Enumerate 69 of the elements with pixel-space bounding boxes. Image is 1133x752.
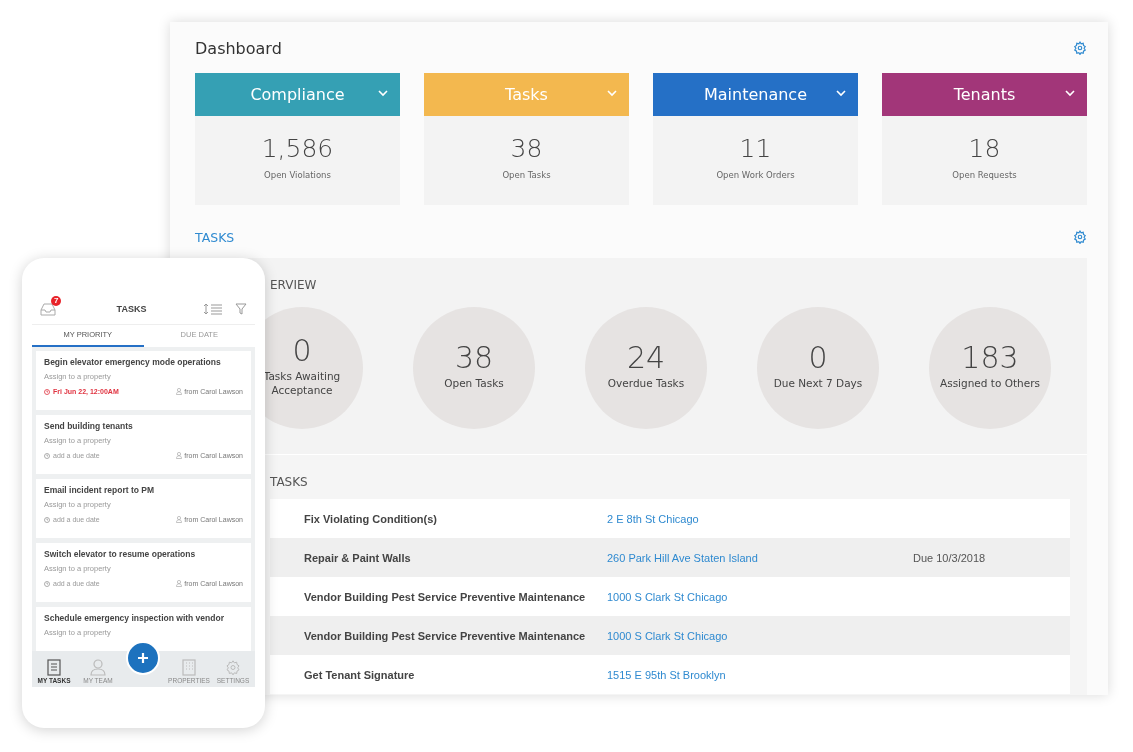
stat-label: Tasks Awaiting Acceptance — [262, 369, 342, 397]
task-name: Fix Violating Condition(s) — [304, 512, 437, 525]
person-icon — [90, 659, 106, 676]
address-link[interactable]: 1515 E 95th St Brooklyn — [607, 668, 726, 681]
task-title: Switch elevator to resume operations — [44, 549, 197, 560]
task-name: Get Tenant Signature — [304, 668, 415, 681]
stat-value: 18 — [968, 134, 1001, 164]
chevron-icon — [836, 90, 846, 97]
settings-icon[interactable] — [1073, 230, 1087, 244]
task-row[interactable]: Vendor Building Pest Service Preventive Maintenance 1000 S Clark St Chicago — [270, 577, 1070, 616]
stat-value: 0 — [808, 340, 828, 376]
due-date: Due 10/3/2018 — [913, 551, 986, 564]
card-header[interactable]: Maintenance — [653, 73, 858, 116]
document-icon — [46, 659, 62, 676]
person-icon — [176, 580, 183, 587]
chevron-icon — [378, 90, 388, 97]
card-header[interactable]: Compliance — [195, 73, 400, 116]
building-icon — [181, 659, 197, 676]
task-title: Schedule emergency inspection with vendor — [44, 613, 225, 624]
notification-badge: 7 — [51, 296, 62, 306]
stat-label: Assigned to Others — [939, 376, 1041, 390]
clock-icon — [44, 388, 50, 395]
inbox-icon[interactable] — [40, 303, 56, 316]
panel-heading: ERVIEW — [270, 278, 317, 292]
clock-icon — [44, 580, 50, 587]
stat-value: 183 — [961, 340, 1019, 376]
stat-value: 1,586 — [261, 134, 334, 164]
plus-icon — [137, 652, 149, 664]
stat-label: Open Violations — [264, 170, 331, 180]
address-link[interactable]: 1000 S Clark St Chicago — [607, 629, 728, 642]
address-link[interactable]: 260 Park Hill Ave Staten Island — [607, 551, 758, 564]
task-name: Vendor Building Pest Service Preventive Maintenance — [304, 590, 586, 603]
person-icon — [176, 388, 183, 395]
stat-label: Open Tasks — [443, 376, 505, 390]
address-link[interactable]: 1000 S Clark St Chicago — [607, 590, 728, 603]
stat-value: 38 — [454, 340, 494, 376]
stat-value: 0 — [292, 333, 312, 369]
task-name: Vendor Building Pest Service Preventive Maintenance — [304, 629, 586, 642]
task-row[interactable]: Fix Violating Condition(s) 2 E 8th St Chicago — [270, 499, 1070, 538]
stat-label: Open Requests — [952, 170, 1017, 180]
stat-label: Due Next 7 Days — [772, 376, 864, 390]
filter-icon[interactable] — [235, 303, 247, 315]
person-icon — [176, 516, 183, 523]
stat-value: 11 — [739, 134, 772, 164]
task-row[interactable]: Get Tenant Signature 1515 E 95th St Brooklyn — [270, 655, 1070, 694]
clock-icon — [44, 516, 50, 523]
stat-label: Open Tasks — [502, 170, 551, 180]
panel-heading: TASKS — [270, 475, 308, 489]
settings-icon[interactable] — [1073, 41, 1087, 55]
add-button[interactable] — [126, 641, 160, 675]
chevron-icon — [607, 90, 617, 97]
stat-label: Open Work Orders — [716, 170, 795, 180]
task-title: Send building tenants — [44, 421, 134, 432]
task-title: Begin elevator emergency mode operations — [44, 357, 222, 368]
page-title: Dashboard — [195, 38, 282, 58]
section-heading: TASKS — [195, 229, 235, 245]
settings-icon — [225, 659, 241, 676]
stat-value: 38 — [510, 134, 543, 164]
task-name: Repair & Paint Walls — [304, 551, 411, 564]
sort-icon[interactable] — [203, 303, 223, 315]
chevron-icon — [1065, 90, 1075, 97]
screen-title: TASKS — [115, 304, 148, 314]
person-icon — [176, 452, 183, 459]
stat-label: Overdue Tasks — [606, 376, 686, 390]
stat-value: 24 — [626, 340, 666, 376]
card-header[interactable]: Tenants — [882, 73, 1087, 116]
task-title: Email incident report to PM — [44, 485, 156, 496]
address-link[interactable]: 2 E 8th St Chicago — [607, 512, 699, 525]
clock-icon — [44, 452, 50, 459]
